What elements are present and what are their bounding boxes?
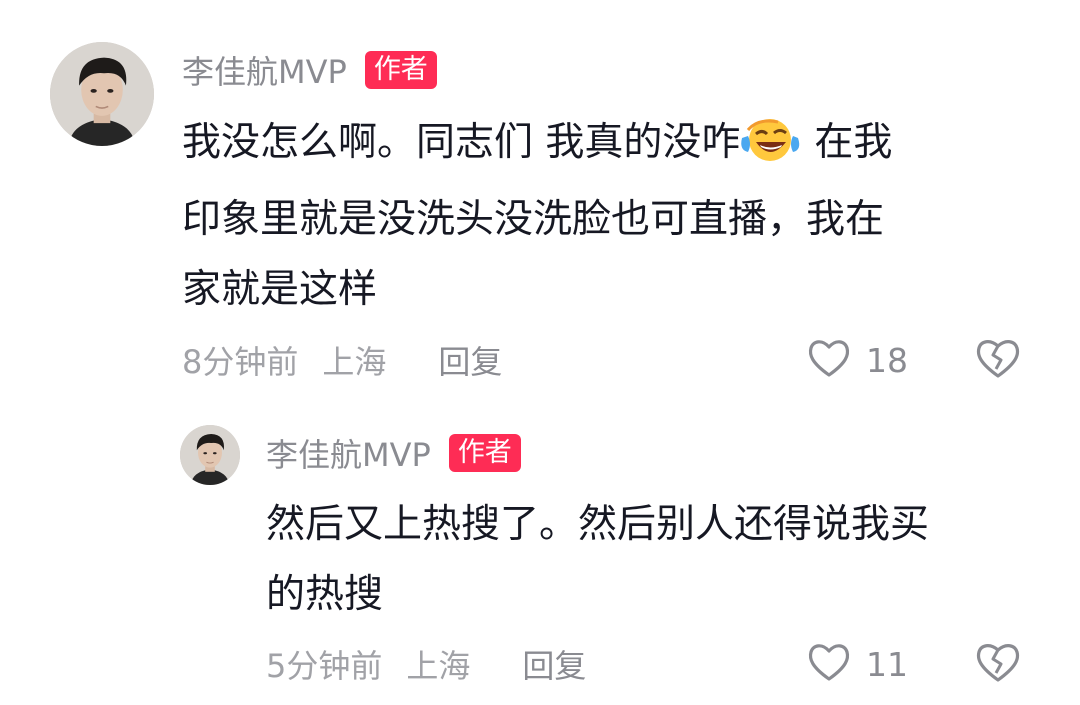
comment-text-line: 印象里就是没洗头没洗脸也可直播，我在 xyxy=(182,197,885,242)
avatar[interactable] xyxy=(180,425,240,485)
like-button[interactable]: 11 xyxy=(806,640,908,688)
heart-outline-icon xyxy=(806,337,852,383)
comment-text: 我没怎么啊。同志们 我真的没咋 在我 印象里就是没洗头没洗脸也可直播，我在 家就… xyxy=(182,108,1052,325)
dislike-button[interactable] xyxy=(974,336,1022,384)
comment-meta: 5分钟前 上海 回复 xyxy=(266,642,586,686)
comment-text-line: 家就是这样 xyxy=(182,267,378,312)
comment-location: 上海 xyxy=(406,647,471,685)
author-name[interactable]: 李佳航MVP xyxy=(266,430,431,476)
comment: 李佳航MVP 作者 我没怎么啊。同志们 我真的没咋 在我 印象里就是没洗头没洗脸… xyxy=(0,0,1080,400)
heart-outline-icon xyxy=(806,641,852,687)
comment-text-line: 我没怎么啊。同志们 我真的没咋 在我 xyxy=(182,108,1052,185)
reply-button[interactable]: 回复 xyxy=(522,641,586,687)
comment-time: 5分钟前 xyxy=(266,647,383,685)
author-badge: 作者 xyxy=(448,434,521,472)
author-row: 李佳航MVP 作者 xyxy=(266,430,521,476)
author-row: 李佳航MVP 作者 xyxy=(182,47,437,93)
face-with-tears-of-joy-icon xyxy=(740,115,802,185)
comment-time: 8分钟前 xyxy=(182,343,299,381)
reply-button[interactable]: 回复 xyxy=(438,337,502,383)
author-badge: 作者 xyxy=(364,51,437,89)
reply-comment: 李佳航MVP 作者 然后又上热搜了。然后别人还得说我买 的热搜 5分钟前 上海 … xyxy=(0,400,1080,705)
comment-location: 上海 xyxy=(322,343,387,381)
avatar[interactable] xyxy=(50,42,154,146)
like-count: 18 xyxy=(866,340,908,380)
broken-heart-icon xyxy=(974,340,1022,384)
like-count: 11 xyxy=(866,644,908,684)
avatar-photo-icon xyxy=(50,42,154,146)
like-button[interactable]: 18 xyxy=(806,336,908,384)
comment-meta: 8分钟前 上海 回复 xyxy=(182,338,502,382)
avatar-photo-icon xyxy=(180,425,240,485)
comment-text-line: 然后又上热搜了。然后别人还得说我买 xyxy=(266,502,930,547)
comment-text: 然后又上热搜了。然后别人还得说我买 的热搜 xyxy=(266,490,1056,630)
author-name[interactable]: 李佳航MVP xyxy=(182,47,347,93)
comment-text-line: 的热搜 xyxy=(266,572,384,617)
broken-heart-icon xyxy=(974,644,1022,688)
dislike-button[interactable] xyxy=(974,640,1022,688)
